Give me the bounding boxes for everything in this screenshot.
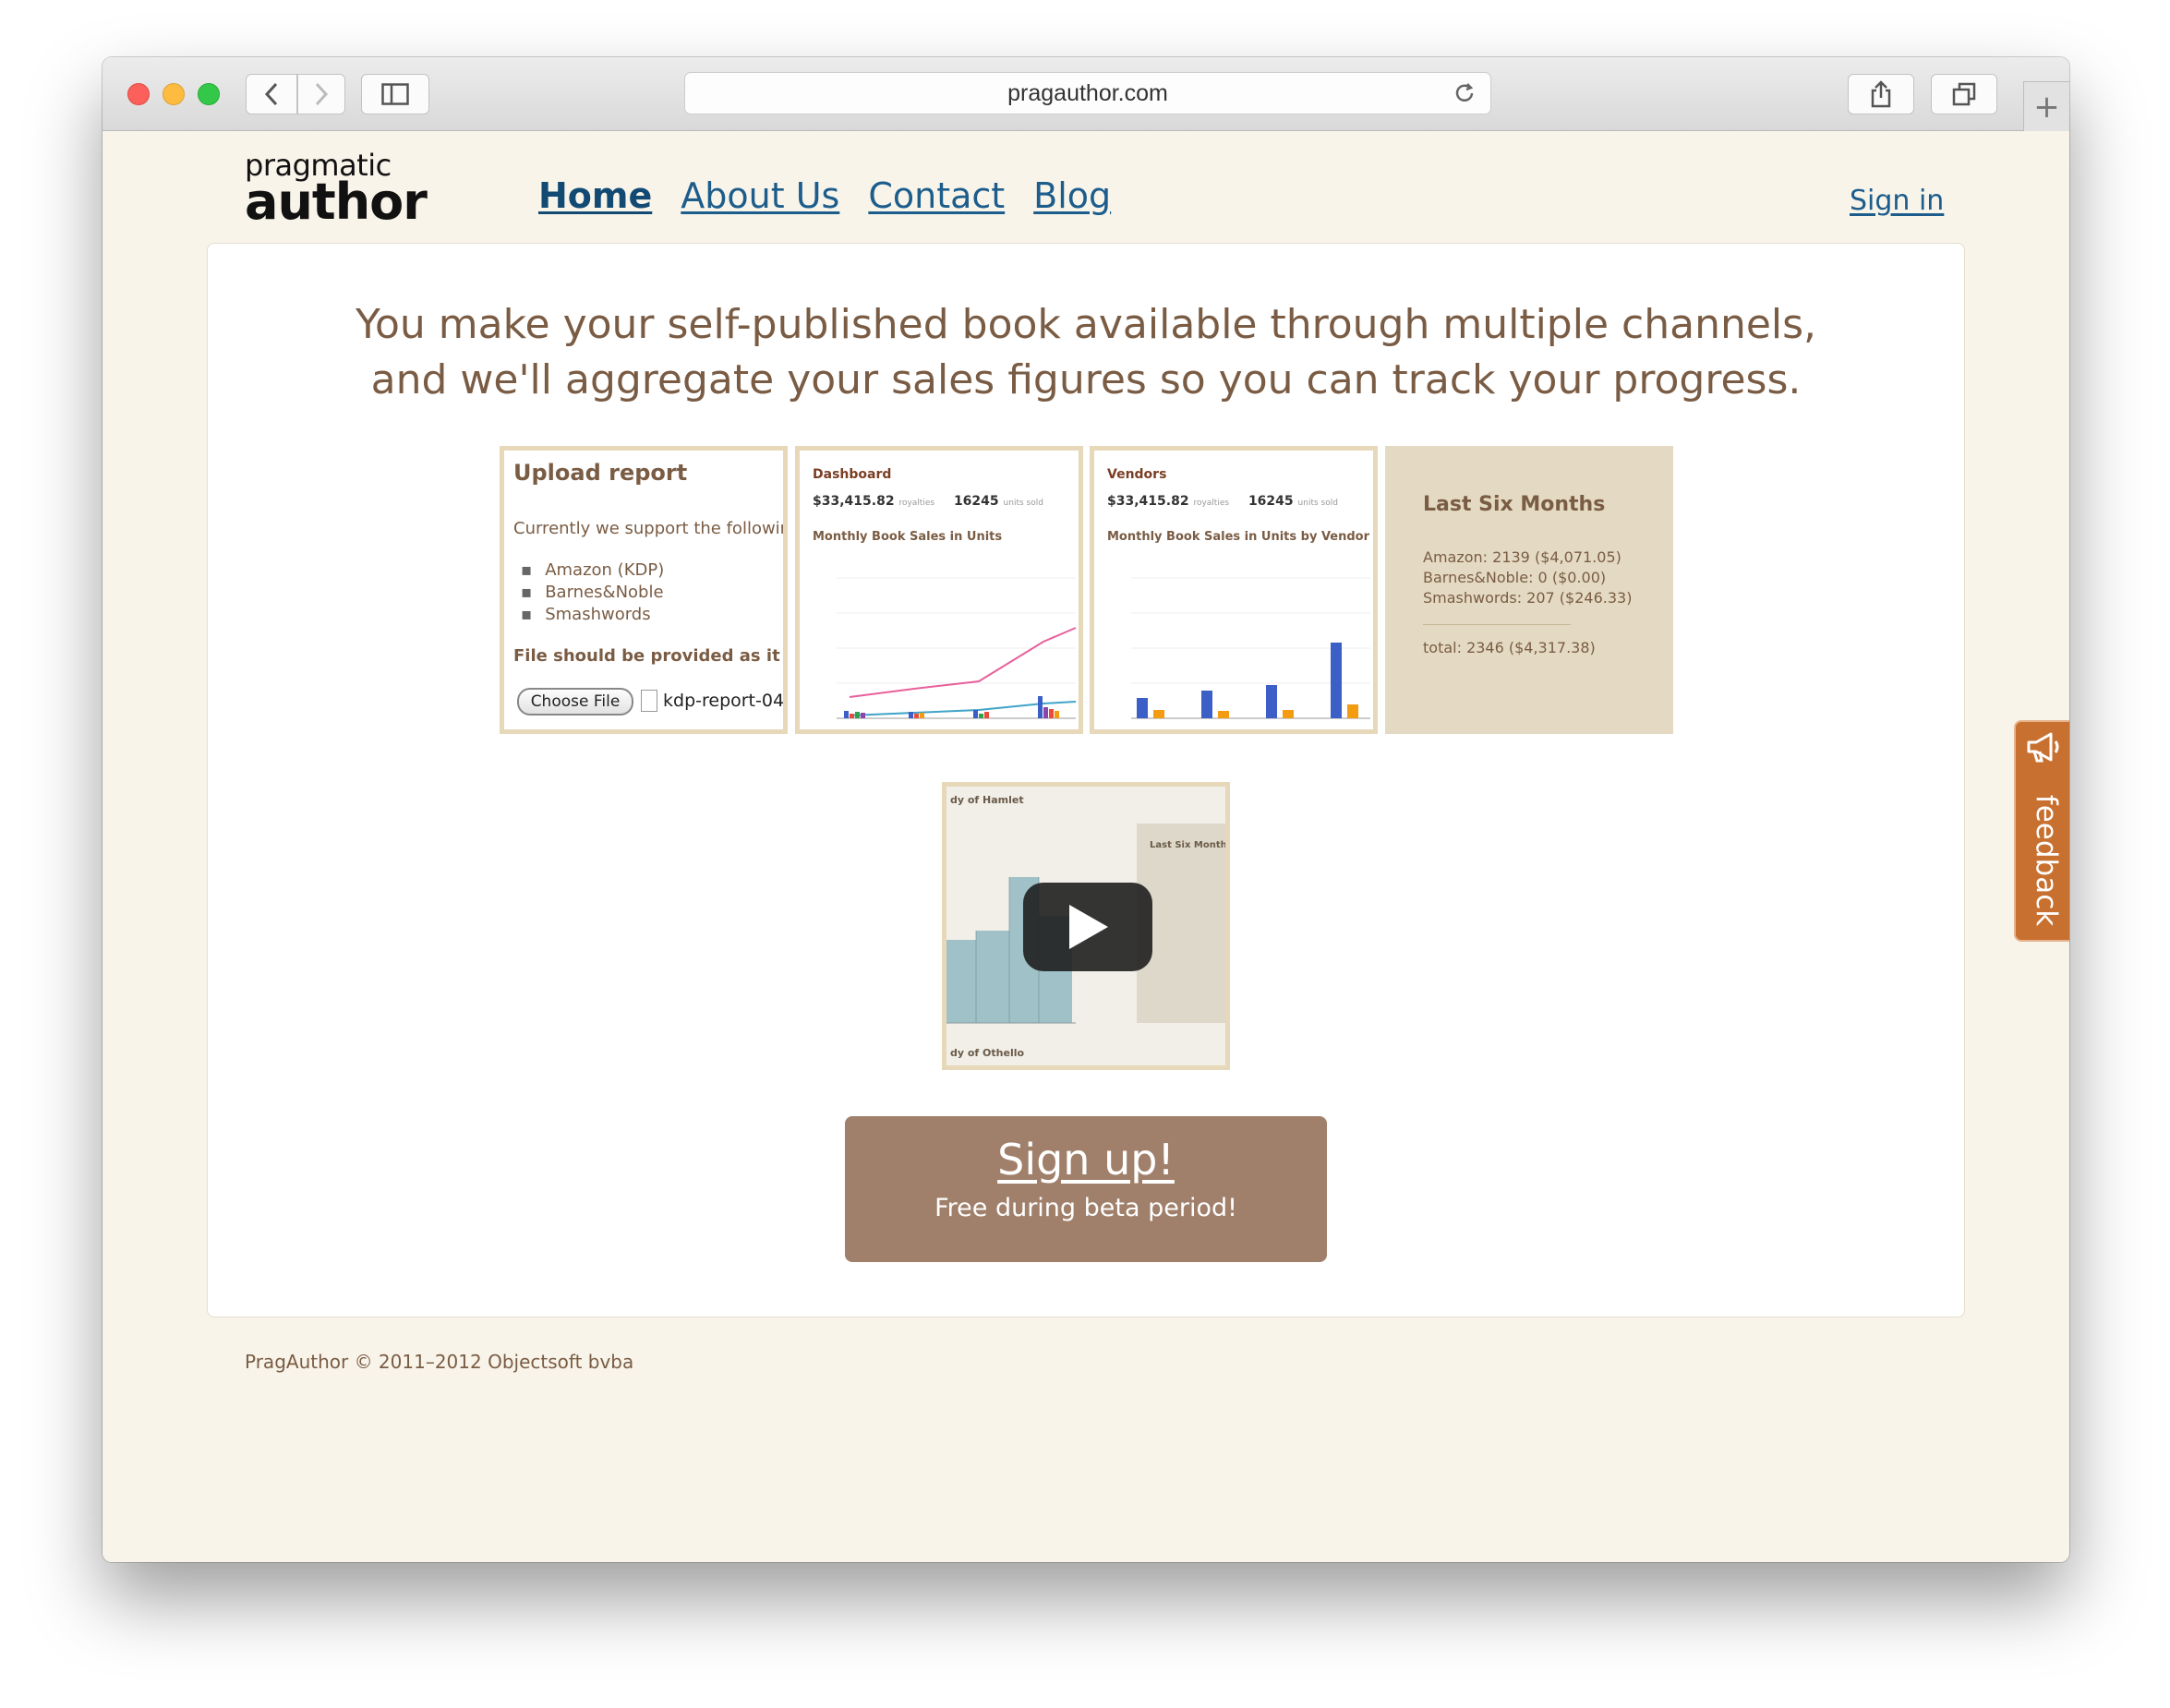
last-six-line: Smashwords: 207 ($246.33) xyxy=(1423,589,1633,607)
logo-line-bottom: author xyxy=(245,173,428,231)
forward-button[interactable] xyxy=(297,74,345,114)
vendor-list: Amazon (KDP) Barnes&Noble Smashwords xyxy=(521,559,664,626)
vendors-bar-chart xyxy=(1131,577,1370,719)
feedback-label: feedback xyxy=(2030,794,2063,927)
page: pragmatic author Home About Us Contact B… xyxy=(102,132,2069,1562)
sign-up-subtitle: Free during beta period! xyxy=(934,1194,1237,1222)
browser-toolbar: pragauthor.com + xyxy=(102,57,2069,131)
vendors-stats: $33,415.82 royalties 16245 units sold xyxy=(1107,494,1353,509)
vendors-title: Vendors xyxy=(1107,467,1167,482)
royalties-value: $33,415.82 xyxy=(813,494,895,509)
megaphone-icon xyxy=(2027,732,2059,763)
thumbnail-upload-report[interactable]: Upload report Currently we support the f… xyxy=(500,446,788,734)
upload-intro: Currently we support the following xyxy=(513,519,788,538)
royalties-value: $33,415.82 xyxy=(1107,494,1189,509)
video-side-title: Last Six Month xyxy=(1150,840,1225,850)
minimize-window-button[interactable] xyxy=(163,83,185,105)
upload-title: Upload report xyxy=(513,460,688,486)
hero-headline: You make your self-published book availa… xyxy=(208,297,1964,408)
dashboard-line-chart xyxy=(837,577,1077,719)
site-logo[interactable]: pragmatic author xyxy=(245,150,428,231)
last-six-line: Barnes&Noble: 0 ($0.00) xyxy=(1423,569,1607,586)
footer-copyright: PragAuthor © 2011–2012 Objectsoft bvba xyxy=(245,1351,634,1373)
share-icon xyxy=(1871,80,1891,108)
nav-link-blog[interactable]: Blog xyxy=(1033,175,1111,216)
sidebar-icon xyxy=(381,83,409,105)
list-item: Smashwords xyxy=(521,604,664,626)
video-caption-bottom: dy of Othello xyxy=(950,1047,1024,1059)
units-label: units sold xyxy=(1297,499,1338,508)
sidebar-toggle-button[interactable] xyxy=(361,74,429,114)
hero-line-2: and we'll aggregate your sales figures s… xyxy=(370,356,1802,403)
thumbnail-last-six-months[interactable]: Last Six Months Amazon: 2139 ($4,071.05)… xyxy=(1385,446,1673,734)
nav-link-home[interactable]: Home xyxy=(538,175,652,216)
hero-line-1: You make your self-published book availa… xyxy=(355,301,1817,348)
units-label: units sold xyxy=(1003,499,1043,508)
dashboard-title: Dashboard xyxy=(813,467,892,482)
demo-video[interactable]: dy of Hamlet dy of Othello Last Six Mont… xyxy=(942,782,1230,1070)
video-preview: dy of Hamlet dy of Othello Last Six Mont… xyxy=(946,787,1225,1065)
upload-note: File should be provided as it was rec xyxy=(513,646,783,666)
forward-icon xyxy=(315,82,329,106)
units-value: 16245 xyxy=(953,494,999,509)
sign-up-link[interactable]: Sign up! xyxy=(845,1135,1327,1185)
new-tab-button[interactable]: + xyxy=(2023,81,2069,131)
nav-link-about-us[interactable]: About Us xyxy=(681,175,839,216)
reload-icon[interactable] xyxy=(1452,80,1477,106)
sign-in-link[interactable]: Sign in xyxy=(1850,185,1944,217)
main-card: You make your self-published book availa… xyxy=(207,243,1965,1317)
vendors-subtitle: Monthly Book Sales in Units by Vendor xyxy=(1107,530,1370,544)
video-caption-top: dy of Hamlet xyxy=(950,794,1024,806)
royalties-label: royalties xyxy=(1193,499,1230,508)
back-icon xyxy=(264,82,278,106)
back-button[interactable] xyxy=(246,74,297,114)
thumbnail-vendors[interactable]: Vendors $33,415.82 royalties 16245 units… xyxy=(1090,446,1378,734)
feedback-tab[interactable]: feedback xyxy=(2014,720,2069,942)
divider xyxy=(1423,624,1571,625)
last-six-line: Amazon: 2139 ($4,071.05) xyxy=(1423,548,1621,566)
url-text: pragauthor.com xyxy=(1007,79,1168,106)
sign-up-button[interactable]: Sign up! Free during beta period! xyxy=(845,1116,1327,1262)
share-button[interactable] xyxy=(1848,74,1914,114)
address-bar[interactable]: pragauthor.com xyxy=(684,72,1491,114)
list-item: Barnes&Noble xyxy=(521,582,664,604)
royalties-label: royalties xyxy=(898,499,935,508)
plus-icon: + xyxy=(2033,88,2060,126)
nav-link-contact[interactable]: Contact xyxy=(868,175,1005,216)
zoom-window-button[interactable] xyxy=(198,83,220,105)
units-value: 16245 xyxy=(1248,494,1294,509)
file-icon xyxy=(641,690,657,712)
main-nav: Home About Us Contact Blog xyxy=(538,175,1111,216)
play-icon xyxy=(1023,883,1152,971)
choose-file-button: Choose File xyxy=(517,688,633,716)
browser-window: pragauthor.com + pragmatic author Home A… xyxy=(102,57,2069,1562)
last-six-title: Last Six Months xyxy=(1423,493,1606,516)
file-name: kdp-report-04 xyxy=(663,691,785,711)
tabs-icon xyxy=(1952,82,1976,106)
close-window-button[interactable] xyxy=(127,83,150,105)
list-item: Amazon (KDP) xyxy=(521,559,664,582)
dashboard-stats: $33,415.82 royalties 16245 units sold xyxy=(813,494,1058,509)
last-six-total: total: 2346 ($4,317.38) xyxy=(1423,639,1596,656)
dashboard-subtitle: Monthly Book Sales in Units xyxy=(813,530,1003,544)
show-tabs-button[interactable] xyxy=(1931,74,1997,114)
thumbnail-dashboard[interactable]: Dashboard $33,415.82 royalties 16245 uni… xyxy=(795,446,1083,734)
